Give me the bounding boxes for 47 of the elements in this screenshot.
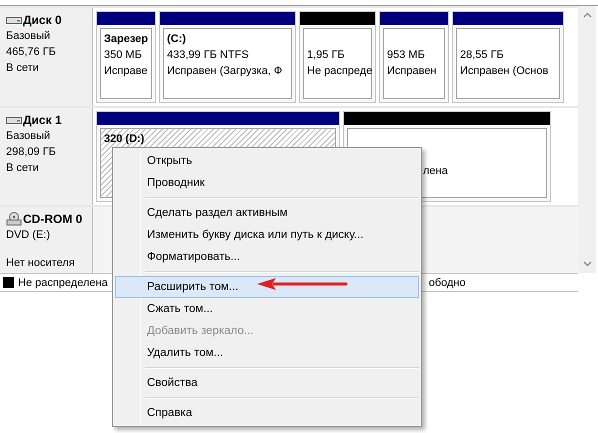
legend-label: Не распределена <box>18 276 108 288</box>
partition-header-bar <box>380 12 448 25</box>
disk-drive-icon <box>6 15 22 25</box>
partition-header-bar <box>97 12 155 25</box>
partition-title: (C:) <box>167 32 187 47</box>
menu-item[interactable]: Удалить том... <box>115 342 419 364</box>
disk-info: 298,09 ГБ <box>6 144 57 160</box>
disk-drive-icon <box>6 114 22 125</box>
scroll-up-icon <box>582 12 592 18</box>
legend-label: ободно <box>428 276 466 288</box>
menu-item[interactable]: Расширить том... <box>115 276 419 298</box>
partition-info: Исправен (Загрузка, Ф <box>167 64 284 79</box>
partition-title: Зарезер <box>104 32 148 47</box>
partition-status: лена <box>423 164 448 177</box>
menu-item[interactable]: Справка <box>115 402 419 424</box>
partition[interactable]: (C:) 433,99 ГБ NTFS Исправен (Загрузка, Ф <box>159 11 296 103</box>
menu-item[interactable]: Свойства <box>115 372 419 394</box>
partition-info: Исправен (Основ <box>460 64 550 79</box>
menu-item[interactable]: Сжать том... <box>115 298 419 320</box>
disk-status: Нет носителя <box>6 256 76 271</box>
menu-item[interactable]: Изменить букву диска или путь к диску... <box>115 224 419 246</box>
disk-name: CD-ROM 0 <box>23 211 82 228</box>
disk-info: Базовый <box>6 128 52 144</box>
scrollbar[interactable] <box>578 6 596 273</box>
partition-info: 1,95 ГБ <box>307 48 346 63</box>
partition-info: Исправен <box>387 64 438 79</box>
partition-title: 320 (D:) <box>104 132 146 147</box>
partition-info: 953 МБ <box>387 48 426 63</box>
partition[interactable]: 28,55 ГБ Исправен (Основ <box>452 11 564 103</box>
partition[interactable]: 953 МБ Исправен <box>379 11 449 103</box>
menu-item[interactable]: Форматировать... <box>115 246 419 268</box>
partition[interactable]: 1,95 ГБ Не распреде <box>299 11 376 103</box>
disk-info: DVD (E:) <box>6 228 51 244</box>
disk-name: Диск 1 <box>23 112 62 128</box>
disk-info: Базовый <box>6 29 52 44</box>
partition-info: 433,99 ГБ NTFS <box>167 48 250 63</box>
partition-info: 28,55 ГБ <box>460 48 505 63</box>
menu-item[interactable]: Сделать раздел активным <box>115 202 419 224</box>
cd-drive-icon <box>6 212 22 226</box>
scroll-down-icon <box>582 261 592 267</box>
partition-info: Исправе <box>104 64 148 79</box>
partition-info: 350 МБ <box>104 48 143 63</box>
disk-name: Диск 0 <box>23 12 62 28</box>
disk-info: В сети <box>6 61 40 76</box>
partition[interactable]: Зарезер 350 МБ Исправе <box>96 11 156 103</box>
disk-info: В сети <box>6 160 40 176</box>
disk-info: 465,76 ГБ <box>6 45 57 60</box>
